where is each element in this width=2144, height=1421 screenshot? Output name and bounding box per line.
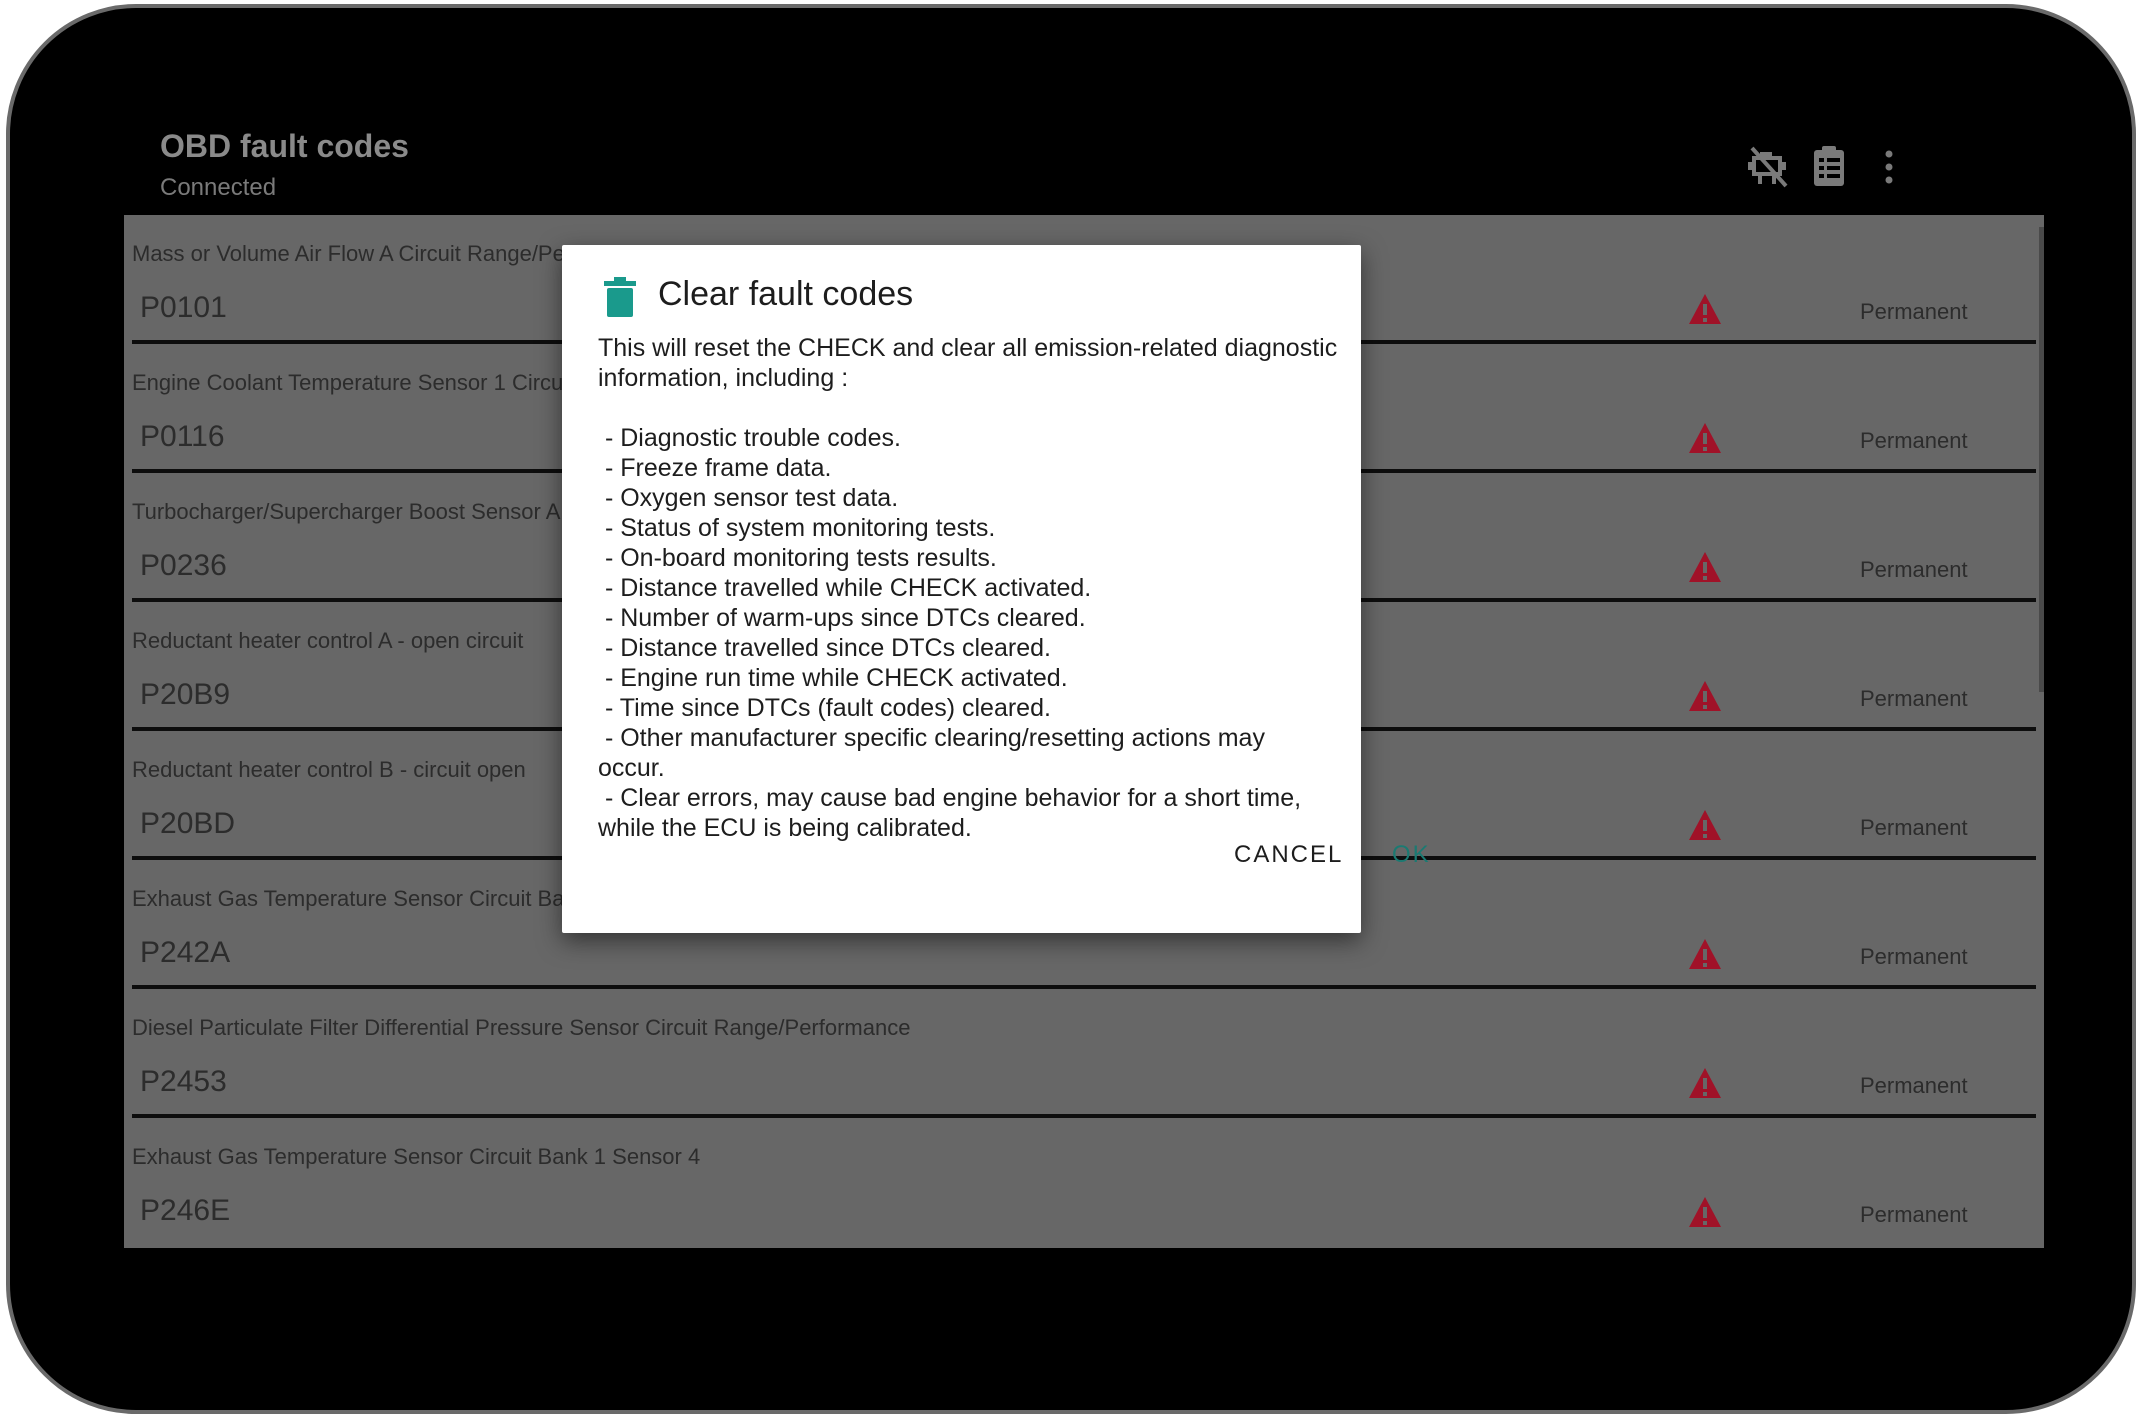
fault-status: Permanent [1860, 428, 1968, 453]
fault-code: P246E [140, 1194, 231, 1227]
app-bar: OBD fault codes Connected [124, 92, 2044, 214]
fault-status: Permanent [1860, 1073, 1968, 1098]
warning-icon [1689, 1197, 1721, 1227]
fault-status: Permanent [1860, 944, 1968, 969]
warning-icon [1689, 294, 1721, 324]
warning-icon [1689, 1068, 1721, 1098]
warning-icon [1689, 423, 1721, 453]
fault-status: Permanent [1860, 557, 1968, 582]
fault-description: Reductant heater control A - open circui… [132, 628, 524, 653]
fault-code: P2453 [140, 1065, 227, 1098]
clear-fault-codes-dialog: Clear fault codes This will reset the CH… [562, 245, 1429, 933]
connection-status: Connected [160, 174, 277, 201]
ok-button[interactable]: OK [1384, 835, 1439, 875]
cancel-button[interactable]: CANCEL [1226, 835, 1351, 875]
fault-status: Permanent [1860, 686, 1968, 711]
fault-description: Exhaust Gas Temperature Sensor Circuit B… [132, 1144, 701, 1169]
fault-code: P0101 [140, 291, 227, 324]
clipboard-list-icon[interactable] [1806, 144, 1852, 190]
fault-status: Permanent [1860, 815, 1968, 840]
list-item[interactable]: Exhaust Gas Temperature Sensor Circuit B… [124, 1118, 2036, 1247]
fault-code: P0116 [140, 420, 225, 453]
warning-icon [1689, 939, 1721, 969]
fault-code: P20BD [140, 807, 236, 840]
page-title: OBD fault codes [160, 128, 409, 164]
dialog-message: This will reset the CHECK and clear all … [598, 334, 1338, 842]
dialog-title: Clear fault codes [658, 275, 914, 313]
fault-code: P20B9 [140, 678, 231, 711]
fault-status: Permanent [1860, 1202, 1968, 1227]
trash-icon [604, 277, 636, 317]
warning-icon [1689, 681, 1721, 711]
list-item[interactable]: Diesel Particulate Filter Differential P… [124, 989, 2036, 1118]
fault-code: P242A [140, 936, 231, 969]
fault-code: P0236 [140, 549, 227, 582]
engine-off-icon[interactable] [1746, 144, 1792, 190]
more-vert-icon[interactable] [1866, 144, 1912, 190]
scrollbar[interactable] [2039, 227, 2044, 692]
fault-description: Diesel Particulate Filter Differential P… [132, 1015, 911, 1040]
warning-icon [1689, 552, 1721, 582]
fault-status: Permanent [1860, 299, 1968, 324]
warning-icon [1689, 810, 1721, 840]
fault-description: Reductant heater control B - circuit ope… [132, 757, 526, 782]
